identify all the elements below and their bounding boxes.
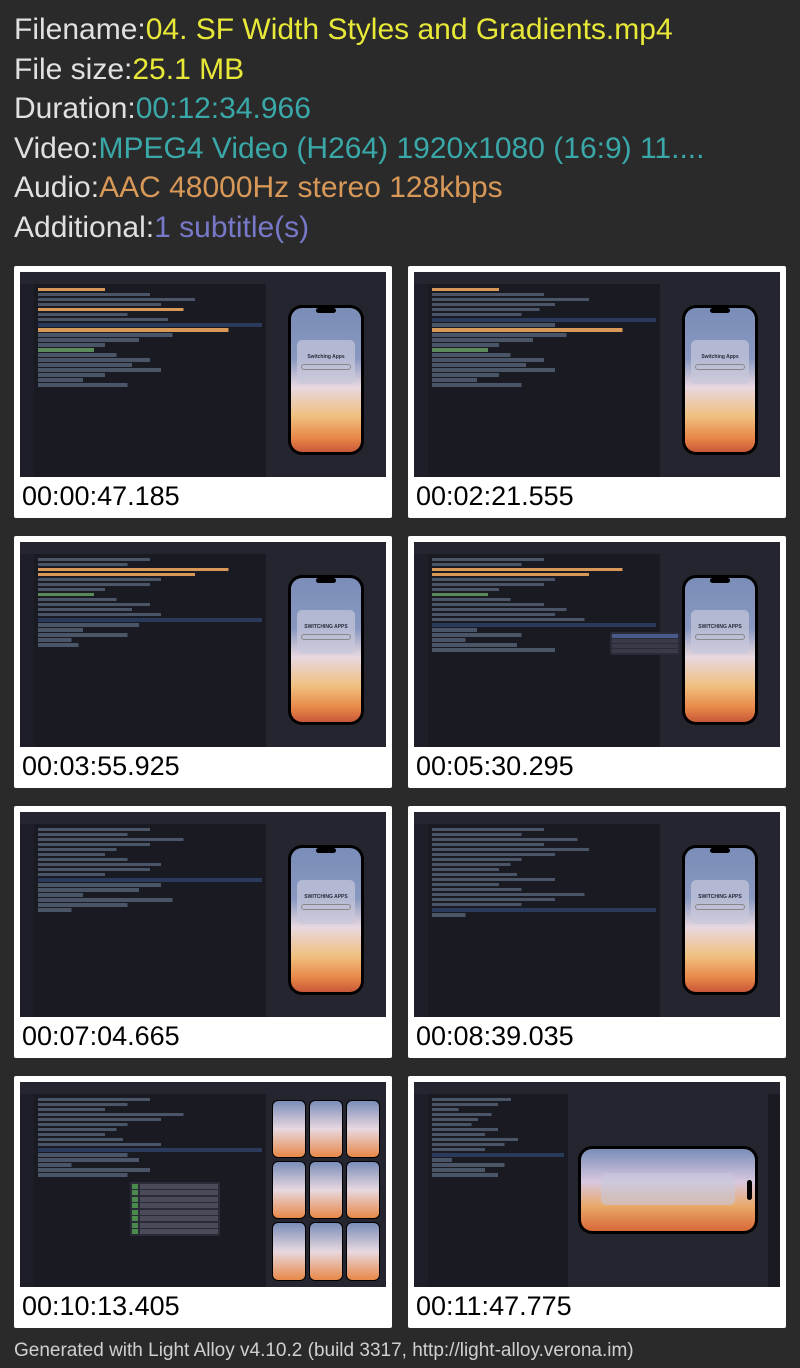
thumbnail-timestamp: 00:03:55.925	[20, 747, 386, 782]
thumbnail-card[interactable]: 00:10:13.405	[14, 1076, 392, 1328]
filename-row: Filename: 04. SF Width Styles and Gradie…	[14, 10, 786, 50]
thumbnail-card[interactable]: SWITCHING APPS 00:05:30.295	[408, 536, 786, 788]
thumbnail-timestamp: 00:10:13.405	[20, 1287, 386, 1322]
phone-card-title: SWITCHING APPS	[304, 624, 347, 630]
phone-card-title: SWITCHING APPS	[698, 894, 741, 900]
thumbnail-timestamp: 00:07:04.665	[20, 1017, 386, 1052]
footer-text: Generated with Light Alloy v4.10.2 (buil…	[14, 1340, 634, 1362]
thumbnail-card[interactable]: Switching Apps 00:00:47.185	[14, 266, 392, 518]
filename-value: 04. SF Width Styles and Gradients.mp4	[146, 10, 673, 50]
audio-value: AAC 48000Hz stereo 128kbps	[99, 168, 503, 208]
autocomplete-list	[130, 1182, 220, 1237]
thumbnail-card[interactable]: SWITCHING APPS 00:03:55.925	[14, 536, 392, 788]
thumbnail-image: SWITCHING APPS	[20, 812, 386, 1017]
thumbnail-image	[414, 1082, 780, 1287]
thumbnail-timestamp: 00:11:47.775	[414, 1287, 780, 1322]
additional-row: Additional: 1 subtitle(s)	[14, 208, 786, 248]
filesize-label: File size:	[14, 50, 132, 90]
thumbnail-timestamp: 00:00:47.185	[20, 477, 386, 512]
filename-label: Filename:	[14, 10, 146, 50]
thumbnail-timestamp: 00:05:30.295	[414, 747, 780, 782]
video-label: Video:	[14, 129, 99, 169]
phone-card-title: SWITCHING APPS	[304, 894, 347, 900]
phone-card-title: Switching Apps	[307, 354, 344, 360]
thumbnail-card[interactable]: Switching Apps 00:02:21.555	[408, 266, 786, 518]
thumbnail-grid: Switching Apps 00:00:47.185	[0, 256, 800, 1338]
thumbnail-image: SWITCHING APPS	[414, 812, 780, 1017]
video-value: MPEG4 Video (H264) 1920x1080 (16:9) 11..…	[99, 129, 705, 169]
thumbnail-image: Switching Apps	[20, 272, 386, 477]
thumbnail-image: SWITCHING APPS	[20, 542, 386, 747]
audio-label: Audio:	[14, 168, 99, 208]
thumbnail-image	[20, 1082, 386, 1287]
video-row: Video: MPEG4 Video (H264) 1920x1080 (16:…	[14, 129, 786, 169]
thumbnail-card[interactable]: SWITCHING APPS 00:08:39.035	[408, 806, 786, 1058]
thumbnail-card[interactable]: 00:11:47.775	[408, 1076, 786, 1328]
duration-value: 00:12:34.966	[136, 89, 311, 129]
additional-label: Additional:	[14, 208, 154, 248]
duration-row: Duration: 00:12:34.966	[14, 89, 786, 129]
thumbnail-timestamp: 00:02:21.555	[414, 477, 780, 512]
filesize-value: 25.1 MB	[132, 50, 244, 90]
thumbnail-card[interactable]: SWITCHING APPS 00:07:04.665	[14, 806, 392, 1058]
filesize-row: File size: 25.1 MB	[14, 50, 786, 90]
duration-label: Duration:	[14, 89, 136, 129]
autocomplete-popup	[610, 632, 680, 655]
phone-card-title: SWITCHING APPS	[698, 624, 741, 630]
thumbnail-image: SWITCHING APPS	[414, 542, 780, 747]
file-info-header: Filename: 04. SF Width Styles and Gradie…	[0, 0, 800, 256]
thumbnail-timestamp: 00:08:39.035	[414, 1017, 780, 1052]
additional-value: 1 subtitle(s)	[154, 208, 309, 248]
phone-preview-grid	[266, 1094, 386, 1287]
thumbnail-image: Switching Apps	[414, 272, 780, 477]
phone-card-title: Switching Apps	[701, 354, 738, 360]
audio-row: Audio: AAC 48000Hz stereo 128kbps	[14, 168, 786, 208]
